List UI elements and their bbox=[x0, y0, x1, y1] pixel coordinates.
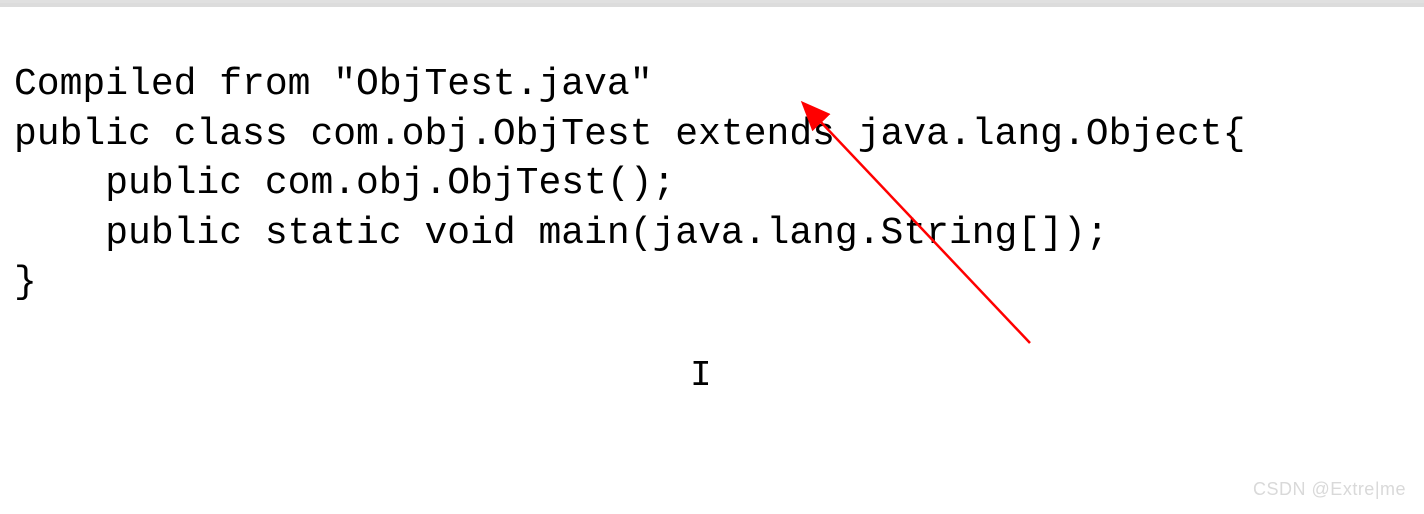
code-line-4: public static void main(java.lang.String… bbox=[14, 212, 1109, 255]
code-line-1: Compiled from "ObjTest.java" bbox=[14, 63, 653, 106]
code-line-2: public class com.obj.ObjTest extends jav… bbox=[14, 113, 1245, 156]
watermark-text: CSDN @Extre|me bbox=[1253, 478, 1406, 501]
text-cursor-icon: I bbox=[690, 353, 712, 400]
top-border bbox=[0, 3, 1424, 7]
code-line-5: } bbox=[14, 261, 37, 304]
code-block: Compiled from "ObjTest.java" public clas… bbox=[0, 3, 1424, 315]
code-line-3: public com.obj.ObjTest(); bbox=[14, 162, 675, 205]
